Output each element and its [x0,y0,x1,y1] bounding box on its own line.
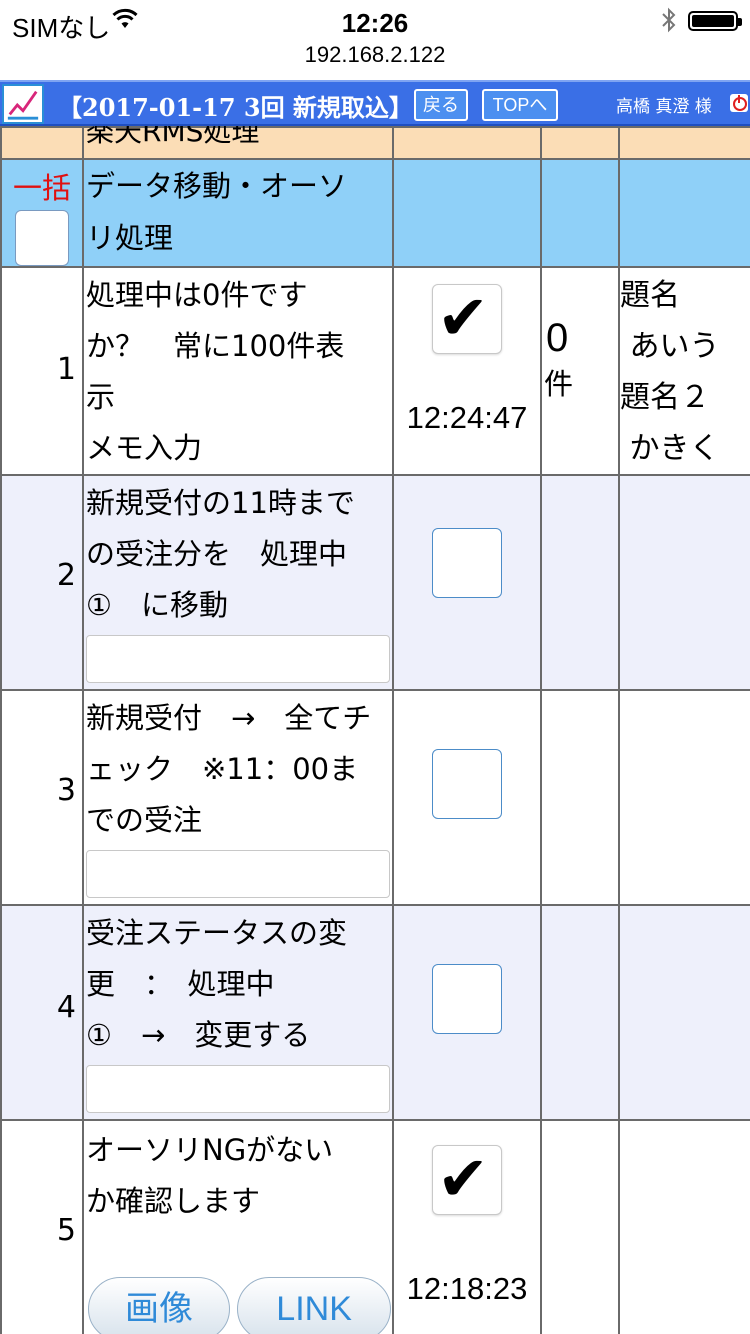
row-checkbox[interactable] [432,528,502,598]
row-number: 4 [56,990,76,1025]
row-description-line: の受注分を 処理中 [86,537,348,571]
row-description-line: か？ 常に100件表 [86,329,345,363]
memo-line: 題名２ [620,380,710,415]
row-description-line: 示 [86,380,116,414]
top-button[interactable]: TOPへ [482,89,558,121]
section-title: 楽天RMS処理 [86,126,260,146]
memo-line: あいう [620,329,720,364]
memo-input[interactable] [86,635,390,683]
status-bar: SIMなし 12:26 [0,0,750,43]
user-name: 高橋 真澄 様 [616,97,712,117]
row-number: 5 [56,1213,76,1248]
table-row: 2 新規受付の11時まで の受注分を 処理中 ① に移動 [0,474,750,691]
table-row: 4 受注ステータスの変 更 ： 処理中 ① → 変更する [0,904,750,1121]
memo-line: 題名 [620,278,680,313]
bulk-row: 一括 データ移動・オーソ リ処理 [0,158,750,268]
table-row: 1 処理中は0件です か？ 常に100件表 示 メモ入力 ✔ 12:24:47 … [0,266,750,476]
row-description-line: ェック ※11：00ま [86,752,359,786]
row-number: 1 [56,352,76,387]
row-description-line: ① に移動 [86,588,228,622]
row-checkbox[interactable]: ✔ [432,1142,502,1215]
memo-input[interactable] [86,1065,390,1113]
app-logo-icon [2,84,44,124]
bulk-title-line1: データ移動・オーソ [86,169,348,203]
memo-input[interactable] [86,850,390,898]
row-description-line: ① → 変更する [86,1018,311,1052]
link-button[interactable]: LINK [237,1277,392,1334]
completed-time: 12:24:47 [406,400,528,435]
task-table-container[interactable]: 楽天RMS処理 一括 データ移動・オーソ リ処理 1 処理中は0件です か？ 常… [0,126,750,1334]
bulk-label: 一括 [12,171,71,205]
image-button[interactable]: 画像 [88,1277,230,1334]
page-title: 【2017-01-17 3回 新規取込】 [58,93,413,122]
section-header-row: 楽天RMS処理 [0,126,750,160]
row-description-line: 新規受付 → 全てチ [86,701,372,735]
row-description-line: 更 ： 処理中 [86,967,275,1001]
row-number: 2 [56,558,76,593]
battery-icon [688,11,742,31]
row-description-line: での受注 [86,803,203,837]
table-row: 5 オーソリNGがない か確認します 画像 LINK ✔ 12:18:23 [0,1119,750,1334]
row-description-line: オーソリNGがない [86,1133,334,1167]
row-description-line: 受注ステータスの変 [86,916,348,950]
bluetooth-icon [662,7,676,33]
count-value: 0 [546,316,569,360]
memo-line: かきく [620,431,720,466]
bulk-checkbox[interactable] [15,210,69,266]
task-table: 楽天RMS処理 一括 データ移動・オーソ リ処理 1 処理中は0件です か？ 常… [0,126,750,1334]
table-row: 3 新規受付 → 全てチ ェック ※11：00ま での受注 [0,689,750,906]
checkmark-icon: ✔ [437,281,489,354]
count-unit: 件 [544,367,574,401]
row-checkbox[interactable] [432,964,502,1034]
row-description-line: 処理中は0件です [86,278,308,312]
url-bar[interactable]: 192.168.2.122 [0,40,750,78]
checkmark-icon: ✔ [437,1142,489,1215]
row-description-line: 新規受付の11時まで [86,486,355,520]
row-checkbox[interactable]: ✔ [432,281,502,354]
power-icon[interactable] [730,94,748,112]
back-button[interactable]: 戻る [414,89,468,121]
memo-input-link[interactable]: メモ入力 [84,423,392,474]
completed-time: 12:18:23 [406,1271,528,1306]
row-description-line: か確認します [86,1184,261,1218]
status-time: 12:26 [341,8,409,38]
row-number: 3 [56,773,76,808]
app-header: 【2017-01-17 3回 新規取込】 戻る TOPへ 高橋 真澄 様 [0,80,750,126]
bulk-title-line2: リ処理 [86,221,174,255]
row-checkbox[interactable] [432,749,502,819]
